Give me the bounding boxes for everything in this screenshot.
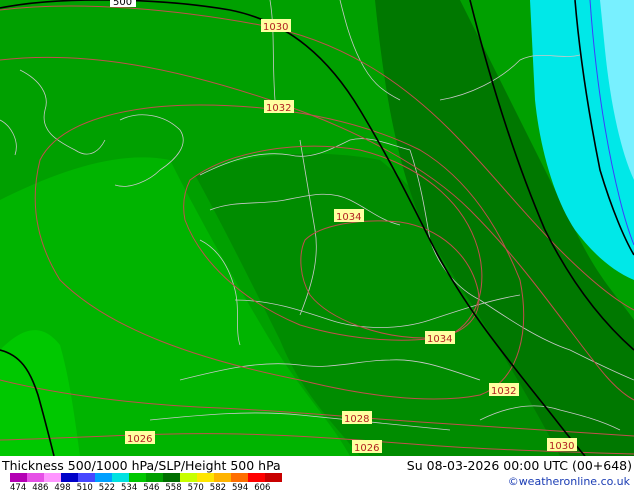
legend-swatch <box>214 473 231 482</box>
legend-tick-label: 510 <box>76 483 93 493</box>
legend-swatch <box>27 473 44 482</box>
isobar-label: 1030 <box>549 441 574 452</box>
legend-swatch <box>129 473 146 482</box>
legend-tick-label: 474 <box>10 483 27 493</box>
isobar-label: 1034 <box>336 212 361 223</box>
legend-swatch <box>163 473 180 482</box>
legend-tick-label: 546 <box>143 483 160 493</box>
forecast-datetime: Su 08-03-2026 00:00 UTC (00+648) <box>406 458 632 473</box>
weather-map: 1030 1032 1034 1034 1032 1030 1028 1026 … <box>0 0 634 456</box>
legend-tick-label: 570 <box>187 483 204 493</box>
legend-swatch <box>61 473 78 482</box>
isobar-label: 1032 <box>491 386 516 397</box>
legend-tick-label: 606 <box>254 483 271 493</box>
legend-tick-label: 558 <box>165 483 182 493</box>
legend-swatch <box>10 473 27 482</box>
isobar-label: 1026 <box>354 443 379 454</box>
legend-swatch <box>197 473 214 482</box>
isobar-label: 1034 <box>427 334 452 345</box>
legend-tick-label: 522 <box>98 483 116 493</box>
legend-swatch <box>146 473 163 482</box>
legend-tick-label: 486 <box>32 483 49 493</box>
legend-swatch <box>231 473 248 482</box>
isobar-label: 1030 <box>263 22 288 33</box>
legend-swatch <box>44 473 61 482</box>
height-label: 500 <box>113 0 132 8</box>
footer: Thickness 500/1000 hPa/SLP/Height 500 hP… <box>0 456 634 493</box>
legend-swatch <box>180 473 197 482</box>
legend-swatch <box>112 473 129 482</box>
legend-swatch <box>78 473 95 482</box>
legend-swatch <box>265 473 282 482</box>
legend-tick-label: 582 <box>209 483 227 493</box>
credit-link[interactable]: ©weatheronline.co.uk <box>508 475 630 488</box>
map-canvas: 1030 1032 1034 1034 1032 1030 1028 1026 … <box>0 0 634 456</box>
legend-tick-label: 534 <box>121 483 138 493</box>
legend-swatch <box>248 473 265 482</box>
color-legend: 474 486 498 510 522 534 546 558 570 582 594 606 <box>10 473 310 493</box>
map-title: Thickness 500/1000 hPa/SLP/Height 500 hP… <box>2 458 281 473</box>
isobar-label: 1026 <box>127 434 152 445</box>
legend-tick-label: 498 <box>54 483 71 493</box>
legend-tick-label: 594 <box>232 483 249 493</box>
legend-swatch <box>95 473 112 482</box>
isobar-label: 1032 <box>266 103 291 114</box>
isobar-label: 1028 <box>344 414 369 425</box>
